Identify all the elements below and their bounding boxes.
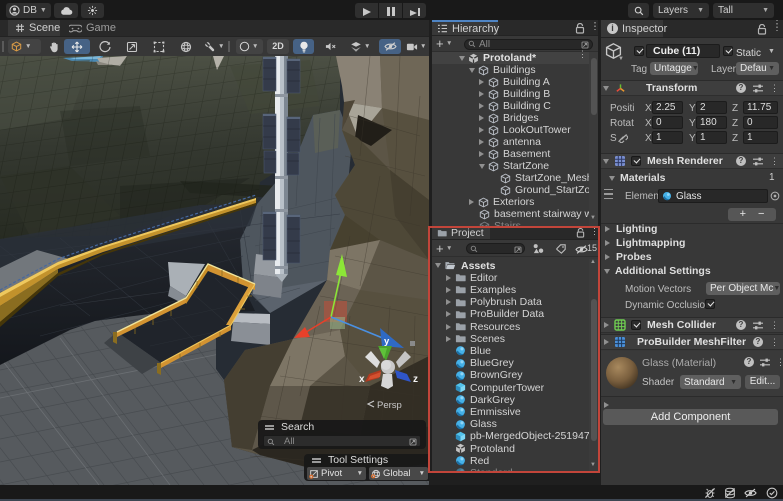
svg-text:y: y (384, 336, 390, 347)
svg-text:Persp: Persp (377, 400, 402, 411)
svg-text:z: z (413, 374, 418, 385)
svg-text:x: x (359, 374, 365, 385)
